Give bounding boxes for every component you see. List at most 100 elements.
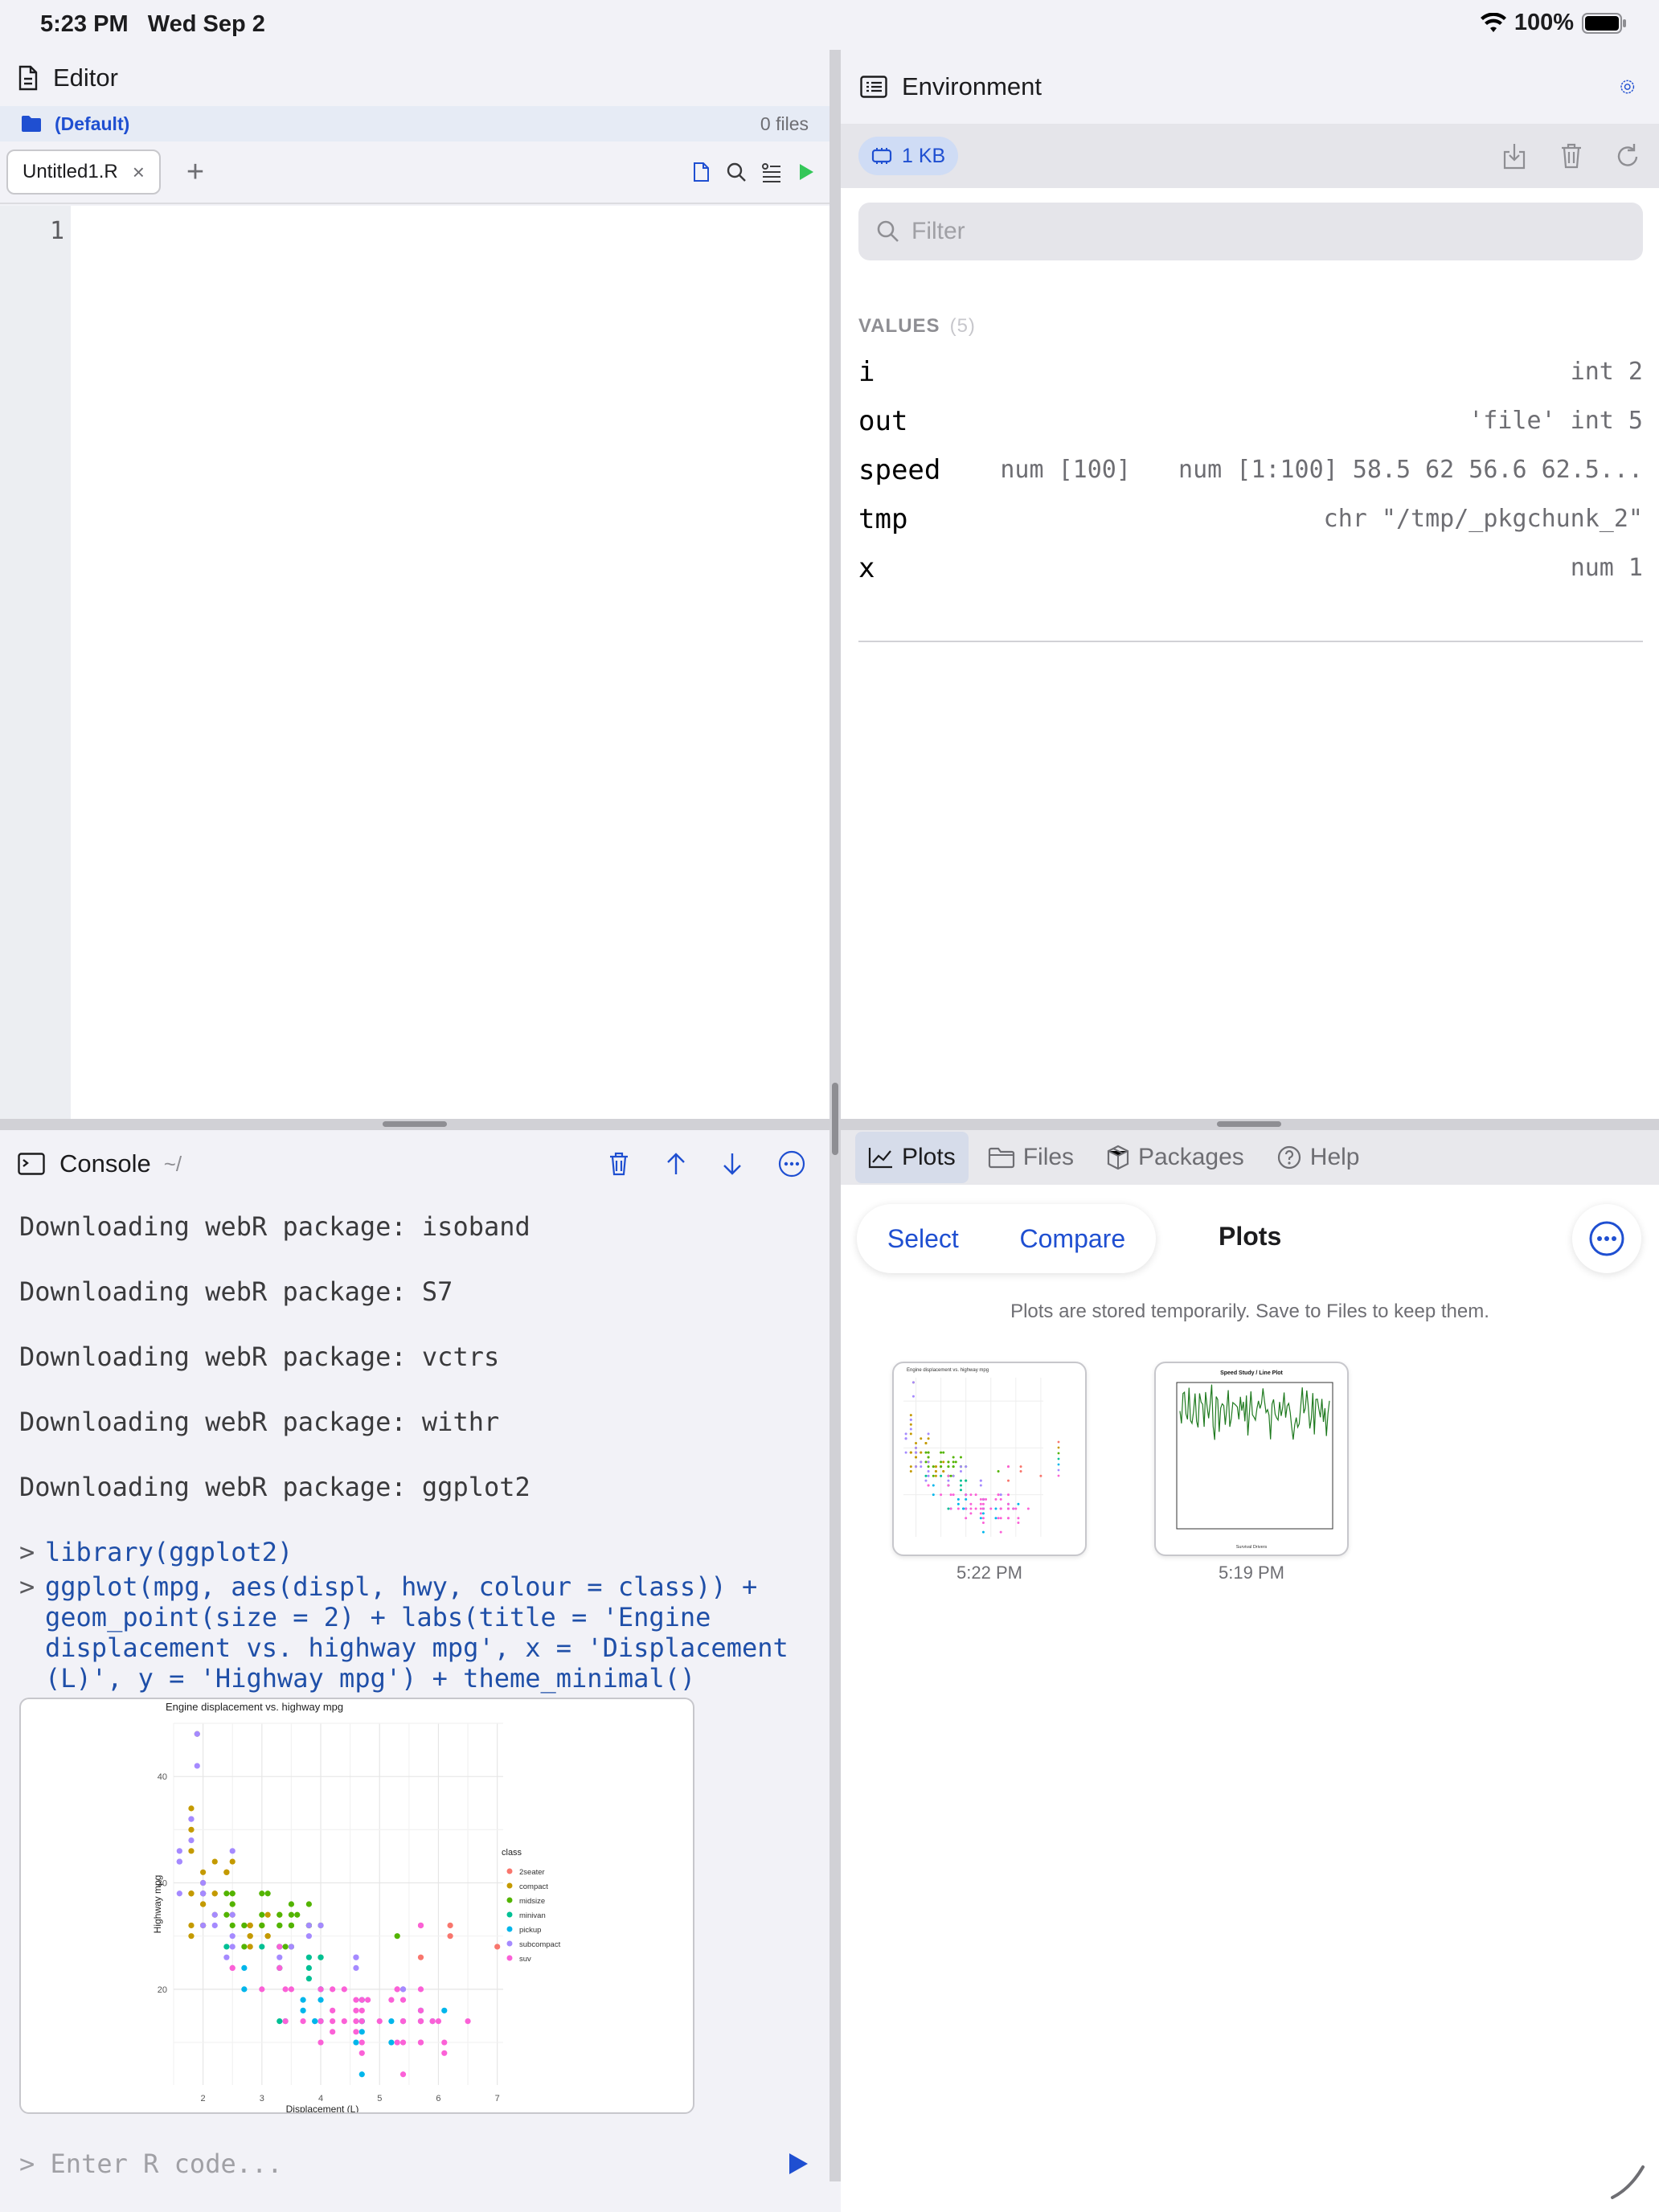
plot-frame xyxy=(1176,1382,1333,1530)
tab-untitled1[interactable]: Untitled1.R × xyxy=(6,150,161,195)
legend-title: class xyxy=(502,1848,522,1858)
send-icon[interactable] xyxy=(786,2151,810,2177)
import-icon[interactable] xyxy=(1501,142,1527,170)
thumbnail-title: Speed Study / Line Plot xyxy=(1220,1370,1283,1376)
data-point xyxy=(223,1869,230,1875)
more-button[interactable] xyxy=(1572,1204,1641,1273)
compare-button[interactable]: Compare xyxy=(1020,1224,1126,1254)
plot-thumbnail[interactable]: Speed Study / Line Plot Survival Drivers … xyxy=(1154,1362,1349,1583)
data-point xyxy=(388,1997,395,2003)
data-point xyxy=(959,1489,962,1492)
data-point xyxy=(947,1484,950,1487)
data-point xyxy=(1019,1469,1022,1473)
data-point xyxy=(904,1451,907,1454)
vertical-splitter[interactable] xyxy=(830,50,841,2181)
tab-files[interactable]: Files xyxy=(975,1132,1087,1183)
data-point xyxy=(981,1497,985,1501)
code-editor[interactable] xyxy=(71,206,830,1119)
env-value-row[interactable]: speed num [100] num [1:100] 58.5 62 56.6 6… xyxy=(858,445,1643,494)
data-point xyxy=(989,1507,993,1510)
splitter-handle[interactable] xyxy=(383,1121,447,1127)
app-root: { "status": {"time": "5:23 PM", "date": … xyxy=(0,0,1659,2212)
data-point xyxy=(441,2007,448,2013)
console-input[interactable]: > Enter R code... xyxy=(19,2149,772,2179)
data-point xyxy=(194,1731,200,1737)
gear-icon[interactable] xyxy=(1614,73,1659,100)
console-message: Downloading webR package: ggplot2 xyxy=(19,1472,530,1502)
data-point xyxy=(981,1522,985,1525)
scribble-indicator xyxy=(1611,2165,1645,2199)
data-point xyxy=(288,1944,295,1950)
trash-icon[interactable] xyxy=(608,1151,630,1177)
data-point xyxy=(376,2017,383,2025)
trash-icon[interactable] xyxy=(1559,142,1583,170)
data-point xyxy=(920,1437,923,1440)
data-point xyxy=(920,1465,923,1469)
tab-plots[interactable]: Plots xyxy=(855,1132,969,1183)
data-point xyxy=(959,1479,962,1482)
project-bar[interactable]: (Default) 0 files xyxy=(0,106,830,141)
data-point xyxy=(969,1493,973,1497)
search-icon[interactable] xyxy=(725,161,748,183)
refresh-icon[interactable] xyxy=(1616,142,1641,170)
plot-thumbnail[interactable]: Engine displacement vs. highway mpg 5:22… xyxy=(892,1362,1087,1583)
filter-field[interactable]: Filter xyxy=(858,203,1643,260)
data-point xyxy=(965,1497,968,1501)
data-point xyxy=(1007,1502,1010,1505)
data-point xyxy=(924,1479,928,1482)
more-icon[interactable] xyxy=(778,1150,805,1178)
env-value-row[interactable]: tmp chr "/tmp/_pkgchunk_2" xyxy=(858,494,1643,543)
add-tab-button[interactable]: + xyxy=(186,155,204,190)
console-plot[interactable]: 2 3 4 5 6 7 20 30 40 Engine displacement vs. high… xyxy=(19,1698,694,2114)
format-list-icon[interactable] xyxy=(760,161,783,183)
console-message: Downloading webR package: isoband xyxy=(19,1211,530,1242)
project-name[interactable]: (Default) xyxy=(55,113,129,135)
data-point xyxy=(259,1911,265,1918)
data-point xyxy=(353,2017,359,2025)
select-button[interactable]: Select xyxy=(887,1224,959,1254)
data-point xyxy=(394,1933,400,1940)
tab-packages[interactable]: Packages xyxy=(1093,1132,1257,1183)
data-point xyxy=(949,1474,952,1477)
console-message: Downloading webR package: withr xyxy=(19,1407,500,1437)
left-splitter[interactable] xyxy=(0,1119,830,1130)
legend-key xyxy=(506,1926,513,1932)
splitter-handle[interactable] xyxy=(1217,1121,1281,1127)
new-file-icon[interactable] xyxy=(690,161,712,183)
thumbnail-image[interactable]: Engine displacement vs. highway mpg xyxy=(892,1362,1087,1556)
data-point xyxy=(247,1944,253,1950)
splitter-handle[interactable] xyxy=(832,1083,838,1155)
env-value-row[interactable]: i int 2 xyxy=(858,347,1643,396)
env-value-row[interactable]: x num 1 xyxy=(858,543,1643,592)
data-point xyxy=(965,1517,968,1520)
data-point xyxy=(288,1986,295,1993)
env-value-row[interactable]: out 'file' int 5 xyxy=(858,396,1643,445)
data-point xyxy=(353,2029,359,2035)
arrow-down-icon[interactable] xyxy=(722,1151,743,1177)
data-point xyxy=(927,1465,930,1469)
data-point xyxy=(915,1456,918,1459)
data-point xyxy=(956,1507,960,1510)
data-point xyxy=(241,1944,248,1950)
data-point xyxy=(305,1976,312,1982)
tab-help[interactable]: Help xyxy=(1264,1132,1373,1183)
data-point xyxy=(994,1517,997,1520)
chart-title: Engine displacement vs. highway mpg xyxy=(166,1701,343,1713)
thumbnail-image[interactable]: Speed Study / Line Plot Survival Drivers xyxy=(1154,1362,1349,1556)
right-splitter[interactable] xyxy=(841,1119,1659,1130)
var-value: int 2 xyxy=(1570,358,1643,386)
run-icon[interactable] xyxy=(796,161,817,183)
arrow-up-icon[interactable] xyxy=(666,1151,686,1177)
legend-label: suv xyxy=(519,1955,531,1964)
close-icon[interactable]: × xyxy=(133,160,145,185)
help-icon xyxy=(1277,1145,1301,1169)
values-section-header: VALUES (5) xyxy=(858,315,976,337)
x-tick-label: 2 xyxy=(201,2094,206,2103)
data-point xyxy=(1007,1465,1010,1469)
editor-tabbar: Untitled1.R × + xyxy=(0,141,830,204)
data-point xyxy=(353,1954,359,1960)
data-point xyxy=(365,1997,371,2003)
var-value: num 1 xyxy=(1570,554,1643,582)
data-point xyxy=(954,1460,957,1464)
data-point xyxy=(969,1512,973,1515)
